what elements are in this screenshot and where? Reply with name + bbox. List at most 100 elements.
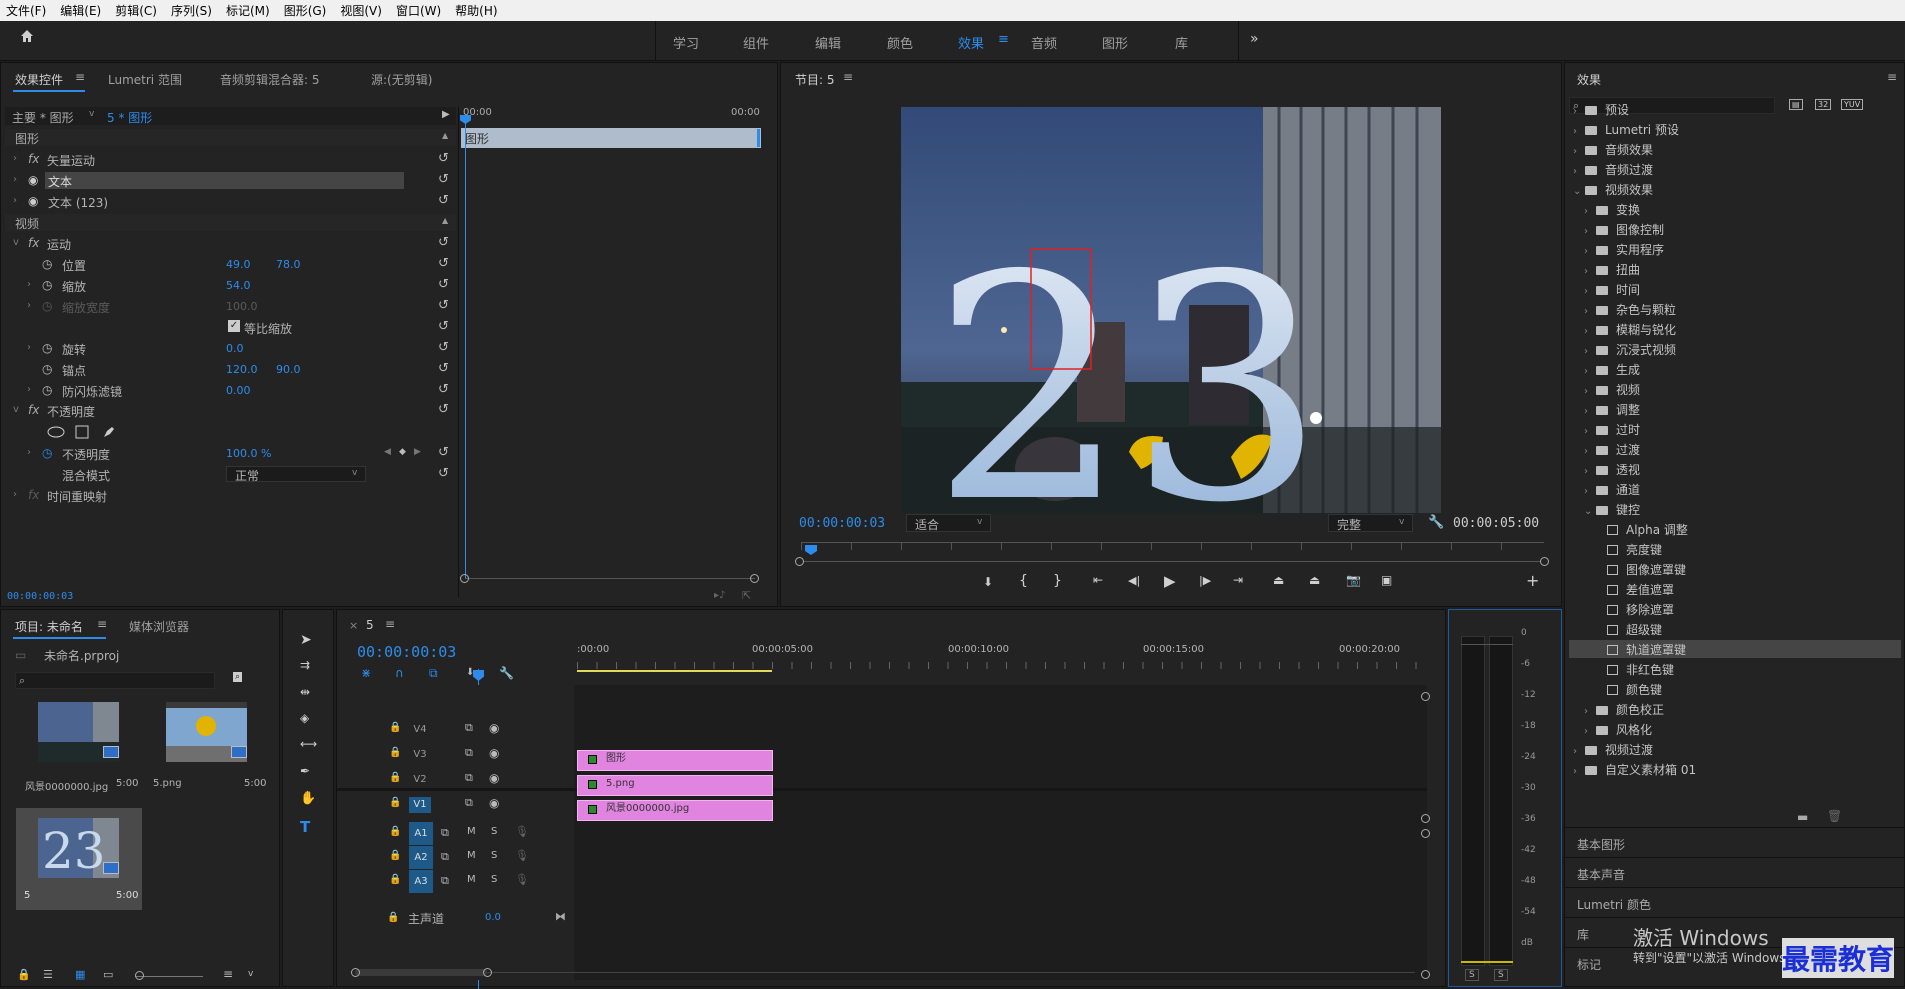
expand-icon[interactable]: › (1573, 126, 1585, 137)
project-item-landscape[interactable]: 风景0000000.jpg 5:00 (17, 702, 141, 812)
add-keyframe-icon[interactable]: ◆ (399, 447, 406, 457)
effect-item[interactable]: › 视频 (1584, 381, 1640, 398)
workspace-menu-icon[interactable]: ≡ (998, 32, 1009, 47)
type-tool-icon[interactable]: T (300, 818, 310, 836)
reset-icon[interactable]: ↺ (438, 278, 450, 291)
play-icon[interactable]: ▶ (1164, 572, 1176, 590)
tab-project[interactable]: 项目: 未命名 (15, 618, 83, 635)
ripple-edit-tool-icon[interactable]: ⇹ (300, 685, 310, 699)
pen-tool-icon[interactable]: ✒ (300, 764, 310, 778)
freeform-view-icon[interactable]: ▭ (103, 968, 113, 981)
expand-icon[interactable]: › (13, 153, 17, 164)
accelerated-effects-icon[interactable]: ▤ (1789, 99, 1803, 110)
essential-sound-tab[interactable]: 基本声音 (1577, 866, 1625, 883)
workspace-graphics[interactable]: 图形 (1102, 33, 1128, 52)
more-workspaces-icon[interactable]: » (1250, 31, 1259, 47)
sync-lock-icon[interactable]: ⧉ (441, 874, 449, 888)
zoom-handle-right[interactable] (750, 574, 759, 583)
track-target[interactable]: A1 (409, 822, 433, 845)
tab-audio-clip-mixer[interactable]: 音频剪辑混合器: 5 (220, 71, 320, 88)
workspace-effects[interactable]: 效果 (958, 33, 984, 52)
effect-item[interactable]: › 风格化 (1584, 721, 1652, 738)
h-scroll-handle[interactable] (483, 968, 492, 977)
selection-tool-icon[interactable]: ➤ (300, 632, 312, 648)
panel-menu-icon[interactable]: ≡ (1887, 70, 1897, 84)
expand-icon[interactable]: › (1584, 306, 1596, 317)
stopwatch-icon[interactable]: ◷ (42, 257, 52, 271)
expand-icon[interactable]: › (1573, 746, 1585, 757)
expand-icon[interactable]: › (27, 384, 31, 395)
expand-icon[interactable]: › (1584, 486, 1596, 497)
effect-item[interactable]: › 实用程序 (1584, 241, 1664, 258)
lock-icon[interactable]: 🔒 (389, 747, 401, 758)
scale-value[interactable]: 54.0 (226, 279, 251, 292)
reset-icon[interactable]: ↺ (438, 173, 450, 186)
sort-icon[interactable]: ≡ (223, 967, 233, 981)
track-target[interactable]: V4 (409, 722, 431, 738)
menu-help[interactable]: 帮助(H) (455, 2, 497, 19)
stopwatch-icon[interactable]: ◷ (42, 362, 52, 376)
program-timecode[interactable]: 00:00:00:03 (799, 516, 885, 531)
go-to-in-icon[interactable]: ⇤ (1093, 573, 1103, 587)
tab-effect-controls[interactable]: 效果控件 (15, 71, 63, 88)
motion-label[interactable]: 运动 (47, 236, 71, 253)
project-search-input[interactable]: ⌕ (15, 672, 215, 689)
time-ruler[interactable]: :00:00 00:00:05:00 00:00:10:00 00:00:15:… (577, 644, 1435, 680)
track-target[interactable]: A3 (409, 870, 433, 893)
effect-item[interactable]: › 生成 (1584, 361, 1640, 378)
position-x-value[interactable]: 49.0 (226, 258, 251, 271)
vector-motion-label[interactable]: 矢量运动 (47, 152, 95, 169)
work-area-bar[interactable] (577, 670, 772, 672)
effect-item[interactable]: 轨道遮罩键 (1595, 641, 1686, 658)
stopwatch-icon[interactable]: ◷ (42, 341, 52, 355)
libraries-tab[interactable]: 库 (1577, 926, 1589, 943)
export-icon[interactable]: ⇱ (742, 589, 751, 602)
reset-icon[interactable]: ↺ (438, 362, 450, 375)
step-back-icon[interactable]: ◀| (1128, 574, 1140, 587)
expand-icon[interactable]: › (27, 342, 31, 353)
panel-menu-icon[interactable]: ≡ (75, 70, 85, 84)
playhead-line[interactable] (465, 115, 466, 578)
sync-lock-icon[interactable]: ⧉ (465, 771, 473, 785)
effect-item[interactable]: › 通道 (1584, 481, 1640, 498)
ellipse-mask-icon[interactable] (47, 426, 65, 438)
expand-icon[interactable]: › (1584, 346, 1596, 357)
lock-icon[interactable]: 🔒 (389, 797, 401, 808)
chevron-down-icon[interactable]: v (248, 969, 253, 979)
expand-icon[interactable]: › (1584, 386, 1596, 397)
effect-item[interactable]: › 预设 (1573, 101, 1629, 118)
menu-clip[interactable]: 剪辑(C) (115, 2, 157, 19)
expand-icon[interactable]: › (1584, 246, 1596, 257)
expand-icon[interactable]: › (1573, 766, 1585, 777)
lumetri-color-tab[interactable]: Lumetri 颜色 (1577, 896, 1651, 913)
effect-item[interactable]: › 过时 (1584, 421, 1640, 438)
effect-item[interactable]: › 沉浸式视频 (1584, 341, 1676, 358)
collapse-icon[interactable]: ▲ (442, 216, 448, 225)
solo-left-button[interactable]: S (1465, 969, 1479, 981)
effect-item[interactable]: › 模糊与锐化 (1584, 321, 1676, 338)
collapse-arrow-icon[interactable]: v (13, 237, 19, 248)
expand-icon[interactable]: › (13, 174, 17, 185)
master-volume[interactable]: 0.0 (485, 912, 501, 923)
razor-tool-icon[interactable]: ◈ (300, 711, 309, 725)
clip-landscape[interactable]: 风景0000000.jpg (577, 800, 773, 821)
delete-icon[interactable]: 🗑 (1827, 809, 1842, 823)
ec-timecode[interactable]: 00:00:00:03 (7, 591, 73, 602)
effect-item[interactable]: › 图像控制 (1584, 221, 1664, 238)
lock-icon[interactable]: 🔒 (389, 850, 401, 861)
play-audio-icon[interactable]: ▸♪ (714, 590, 725, 601)
effect-item[interactable]: 移除遮罩 (1595, 601, 1674, 618)
lock-icon[interactable]: 🔒 (389, 772, 401, 783)
go-to-out-icon[interactable]: ⇥ (1233, 573, 1243, 587)
menu-sequence[interactable]: 序列(S) (171, 2, 212, 19)
mark-out-icon[interactable]: } (1053, 573, 1062, 589)
effect-item[interactable]: › 变换 (1584, 201, 1640, 218)
step-forward-icon[interactable]: |▶ (1199, 574, 1211, 587)
mark-in-icon[interactable]: { (1019, 573, 1028, 589)
position-y-value[interactable]: 78.0 (276, 258, 301, 271)
effects-panel-title[interactable]: 效果 (1577, 71, 1601, 88)
stopwatch-icon[interactable]: ◷ (42, 278, 52, 292)
rectangle-mask-icon[interactable] (75, 425, 89, 439)
expand-icon[interactable]: › (1584, 266, 1596, 277)
sync-lock-icon[interactable]: ⧉ (441, 850, 449, 864)
